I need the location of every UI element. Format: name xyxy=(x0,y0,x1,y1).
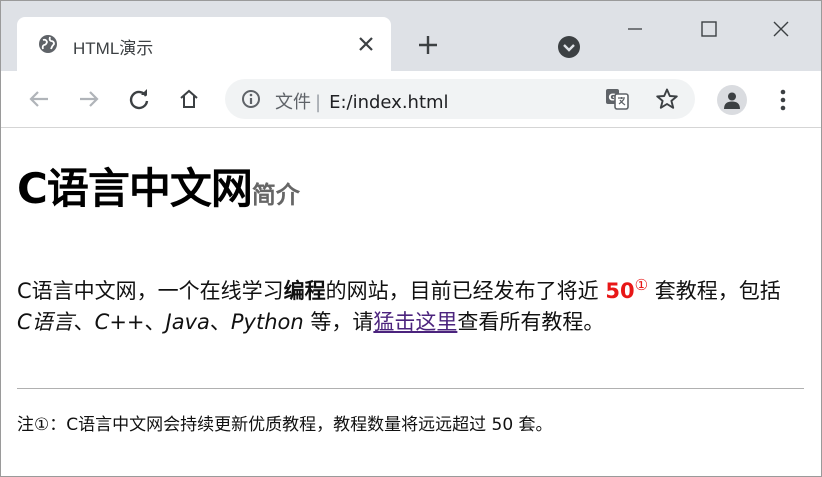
tab-strip: HTML演示 xyxy=(1,1,821,71)
intro-separator: 、 xyxy=(73,310,95,334)
page-title: C语言中文网简介 xyxy=(17,164,300,213)
tab-html-demo[interactable]: HTML演示 xyxy=(17,17,391,71)
intro-text-2: 的网站，目前已经发布了将近 xyxy=(325,279,606,303)
new-tab-plus-icon[interactable] xyxy=(415,32,441,58)
close-window-icon[interactable] xyxy=(761,11,801,47)
browser-window: HTML演示 文件 | E:/index.html G C语言中文网简介 C语言… xyxy=(0,0,822,477)
info-icon[interactable] xyxy=(241,89,261,109)
course-java: Java xyxy=(165,310,210,334)
intro-text-1: C语言中文网，一个在线学习 xyxy=(17,279,284,303)
page-title-subtitle: 简介 xyxy=(251,181,300,209)
kebab-menu-icon[interactable] xyxy=(771,87,795,113)
intro-text-4: 等，请 xyxy=(303,310,374,334)
course-c: C语言 xyxy=(17,310,74,334)
reload-icon[interactable] xyxy=(125,85,153,113)
globe-icon xyxy=(37,33,59,55)
intro-text-5: 查看所有教程。 xyxy=(457,310,605,334)
footnote-marker: ① xyxy=(634,276,649,294)
course-python: Python xyxy=(230,310,304,334)
translate-icon[interactable]: G xyxy=(605,88,629,110)
intro-text-3: 套教程，包括 xyxy=(648,279,781,303)
minimize-icon[interactable] xyxy=(615,11,655,47)
footnote: 注①：C语言中文网会持续更新优质教程，教程数量将远远超过 50 套。 xyxy=(17,415,553,435)
address-scheme: 文件 xyxy=(275,92,311,113)
forward-arrow-icon[interactable] xyxy=(75,85,103,113)
course-cpp: C++ xyxy=(94,310,145,334)
intro-separator: 、 xyxy=(144,310,166,334)
browser-toolbar: 文件 | E:/index.html G xyxy=(1,71,821,128)
page-content: C语言中文网简介 C语言中文网，一个在线学习编程的网站，目前已经发布了将近 50… xyxy=(1,128,821,476)
tab-title: HTML演示 xyxy=(73,39,154,58)
back-arrow-icon[interactable] xyxy=(25,85,53,113)
address-bar[interactable]: 文件 | E:/index.html G xyxy=(225,79,695,119)
address-path: E:/index.html xyxy=(329,92,449,113)
intro-paragraph: C语言中文网，一个在线学习编程的网站，目前已经发布了将近 50① 套教程，包括 C… xyxy=(17,270,787,338)
horizontal-divider xyxy=(17,388,804,389)
maximize-icon[interactable] xyxy=(689,11,729,47)
page-title-main: C语言中文网 xyxy=(17,164,253,213)
intro-separator: 、 xyxy=(209,310,231,334)
view-all-link[interactable]: 猛击这里 xyxy=(373,310,457,334)
intro-bold-programming: 编程 xyxy=(283,279,326,303)
address-text[interactable]: 文件 | E:/index.html xyxy=(275,88,449,114)
tutorial-count: 50 xyxy=(605,279,635,303)
bookmark-star-icon[interactable] xyxy=(655,87,679,111)
tab-search-icon[interactable] xyxy=(557,35,581,59)
address-separator: | xyxy=(315,92,322,113)
profile-avatar-icon[interactable] xyxy=(717,85,747,115)
home-icon[interactable] xyxy=(175,85,203,113)
tab-close-icon[interactable] xyxy=(354,32,378,56)
